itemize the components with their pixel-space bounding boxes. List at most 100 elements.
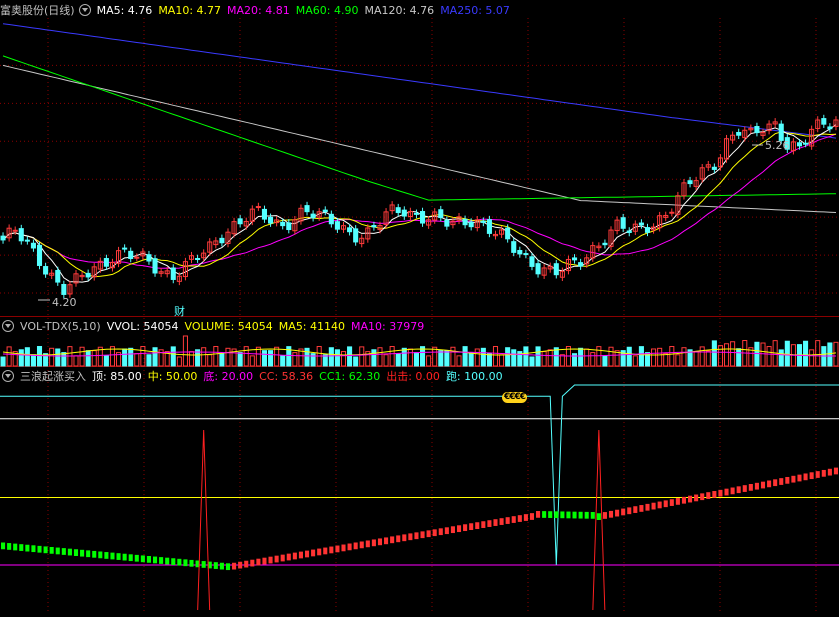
- cc-bar: [700, 493, 705, 501]
- cc-bar: [742, 485, 747, 492]
- cc-bar: [450, 526, 455, 534]
- cc-bar: [760, 481, 766, 489]
- ind-title[interactable]: 三浪起涨买入: [20, 370, 86, 383]
- cc-bar: [341, 544, 346, 552]
- cc-bar: [61, 548, 66, 555]
- cc-bar: [122, 553, 127, 561]
- cc-bar: [748, 484, 753, 491]
- volume-bar: [420, 346, 426, 367]
- cc-bar: [280, 554, 285, 562]
- cc-bar: [548, 511, 553, 518]
- cc-bar: [201, 561, 206, 568]
- cc-bar: [493, 519, 498, 526]
- candle-body: [85, 272, 91, 278]
- volume-bar: [49, 347, 55, 367]
- candle-body: [353, 228, 359, 243]
- candle-body: [736, 131, 742, 136]
- cc-bar: [523, 514, 528, 521]
- cc-bar: [347, 543, 352, 551]
- cc-bar: [13, 543, 18, 551]
- run-line: [0, 384, 839, 566]
- cc-bar: [37, 545, 42, 553]
- dropdown-icon[interactable]: [2, 320, 14, 332]
- cc-bar: [116, 553, 121, 560]
- volume-bar: [292, 352, 298, 367]
- candle-body: [128, 250, 134, 260]
- candle-body: [310, 213, 316, 219]
- candle-body: [268, 216, 274, 224]
- cc-bar: [49, 547, 54, 554]
- candle-body: [261, 208, 268, 220]
- cc-bar: [815, 471, 820, 478]
- cc-bar: [499, 518, 504, 525]
- stock-title[interactable]: 富奥股份(日线): [0, 4, 75, 17]
- volume-bar: [675, 354, 681, 367]
- volume-bar: [146, 354, 152, 367]
- candle-body: [553, 263, 559, 276]
- cc-bar: [456, 525, 462, 533]
- volume-bar: [462, 346, 468, 367]
- dropdown-icon[interactable]: [78, 4, 91, 16]
- cc-bar: [529, 513, 535, 520]
- cc-bar: [335, 545, 340, 553]
- volume-bar: [152, 347, 158, 367]
- cc-bar: [469, 523, 474, 531]
- cc-bar: [31, 545, 36, 553]
- cc-bar: [365, 540, 370, 548]
- cc-bar: [663, 500, 668, 508]
- volume-bar: [389, 346, 395, 367]
- cc-bar: [140, 555, 145, 563]
- cc-bar: [809, 472, 814, 480]
- volume-bar: [778, 349, 784, 367]
- dropdown-icon[interactable]: [2, 370, 14, 382]
- candle-body: [638, 222, 644, 226]
- cc-bar: [736, 486, 741, 494]
- volume-bar: [492, 346, 499, 367]
- cc-bar: [244, 560, 249, 568]
- ind-cc: CC: 58.36: [259, 370, 314, 383]
- cc-bar: [329, 546, 334, 554]
- ind-out: 出击: 0.00: [386, 370, 440, 383]
- volume-bar: [535, 346, 541, 367]
- volume-bar: [523, 346, 529, 367]
- candle-body: [438, 209, 444, 219]
- candle-body: [778, 123, 784, 141]
- finance-marker[interactable]: 财: [174, 303, 185, 319]
- volume-bar: [243, 346, 249, 367]
- cc-bar: [724, 488, 729, 496]
- candle-body: [803, 142, 809, 145]
- volume-bar: [79, 346, 85, 367]
- cc-bar: [481, 521, 486, 528]
- cc-bar: [712, 491, 717, 498]
- volume-bar: [188, 351, 195, 367]
- vol-title[interactable]: VOL-TDX(5,10): [20, 320, 101, 333]
- volume-bar: [176, 356, 182, 367]
- cc-bar: [359, 541, 364, 549]
- volume-bar: [529, 356, 535, 367]
- legend-ma120: MA120: 4.76: [364, 4, 435, 17]
- candle-body: [505, 227, 511, 240]
- high-price-label: 5.26: [765, 139, 790, 152]
- cc-bar: [511, 516, 516, 523]
- candle-body: [578, 262, 584, 267]
- cc-bar: [754, 482, 759, 490]
- cc-bar: [444, 527, 449, 535]
- cc-bar: [98, 551, 103, 559]
- candle-body: [535, 263, 541, 275]
- candle-body: [43, 266, 49, 275]
- legend-ma250: MA250: 5.07: [440, 4, 510, 17]
- volume-bar: [638, 346, 644, 367]
- candle-body: [36, 244, 43, 266]
- volume-bar: [480, 347, 486, 367]
- cc-bar: [311, 549, 316, 557]
- cc-bar: [651, 502, 656, 510]
- volume-bar: [596, 346, 602, 367]
- volume-bar: [304, 347, 310, 367]
- cc-bar: [159, 557, 164, 564]
- volume-bar: [73, 355, 79, 367]
- volume-bar: [505, 347, 511, 367]
- volume-bar: [85, 350, 91, 367]
- volume-bar: [140, 346, 146, 367]
- volume-bar: [61, 352, 67, 367]
- signal-spike: [197, 429, 211, 611]
